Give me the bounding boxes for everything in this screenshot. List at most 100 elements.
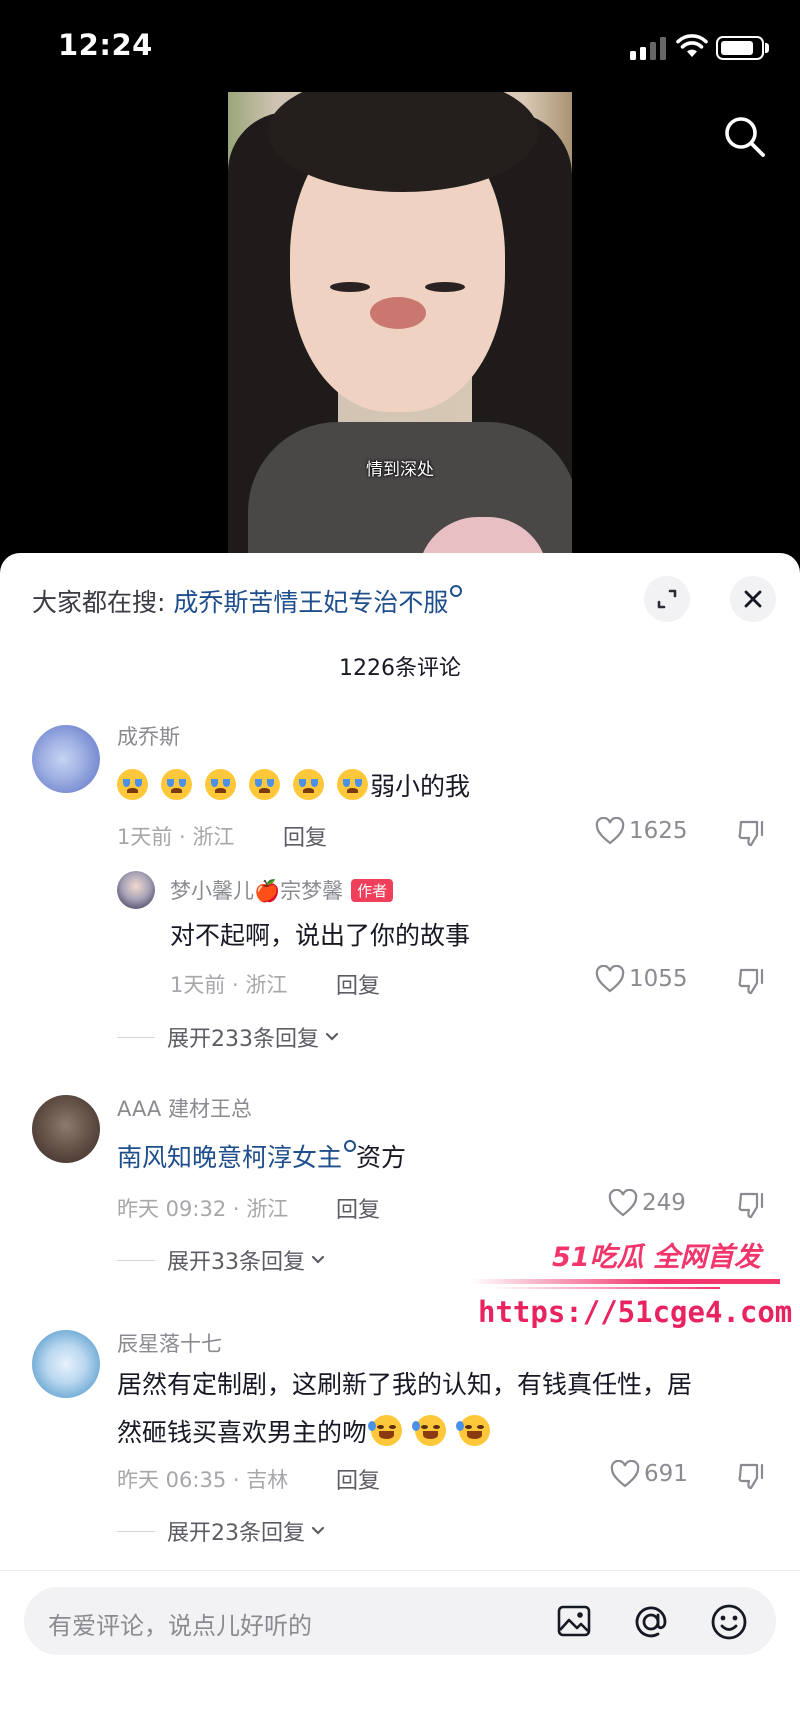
like-button[interactable]: 1055 — [595, 965, 688, 993]
comment-text-suffix: 资方 — [356, 1143, 407, 1172]
video-lips — [370, 297, 426, 329]
heart-icon — [595, 817, 625, 845]
comment-username[interactable]: 辰星落十七 — [117, 1328, 222, 1358]
dislike-icon[interactable] — [737, 966, 767, 996]
watermark-bar — [470, 1279, 780, 1284]
reply-button[interactable]: 回复 — [336, 968, 380, 1000]
like-count: 1055 — [629, 966, 688, 992]
reply-button[interactable]: 回复 — [336, 1463, 380, 1495]
like-button[interactable]: 249 — [608, 1189, 686, 1217]
reply-meta: 1天前 · 浙江 — [170, 973, 288, 997]
battery-icon — [716, 36, 764, 60]
crying-face-icon — [293, 769, 324, 800]
battery-fill — [720, 40, 753, 55]
chevron-down-icon — [311, 1526, 325, 1535]
expand-replies-button[interactable]: 展开33条回复 — [117, 1244, 325, 1276]
avatar[interactable] — [32, 725, 100, 793]
heart-icon — [610, 1460, 640, 1488]
avatar[interactable] — [32, 1330, 100, 1398]
at-icon[interactable] — [632, 1603, 670, 1641]
comment-text-body: 弱小的我 — [370, 772, 471, 801]
comment-text: 弱小的我 — [117, 763, 470, 811]
video-eye-left — [330, 282, 370, 292]
status-bar: 12:24 — [0, 0, 800, 92]
divider — [117, 1259, 155, 1261]
avatar[interactable] — [32, 1095, 100, 1163]
dislike-icon[interactable] — [737, 1461, 767, 1491]
expand-replies-button[interactable]: 展开233条回复 — [117, 1021, 339, 1053]
search-query-icon — [344, 1140, 357, 1152]
expand-button[interactable] — [644, 576, 690, 622]
comment-input-placeholder: 有爱评论，说点儿好听的 — [48, 1612, 312, 1640]
crying-face-icon — [117, 769, 148, 800]
chevron-down-icon — [311, 1255, 325, 1264]
emoji-icon[interactable] — [710, 1603, 748, 1641]
comment-sheet: 大家都在搜: 成乔斯苦情王妃专治不服 1226条评论 成乔斯 弱小的我 1天前 … — [0, 553, 800, 1731]
expand-replies-button[interactable]: 展开23条回复 — [117, 1515, 325, 1547]
video-eye-right — [425, 282, 465, 292]
crying-face-icon — [205, 769, 236, 800]
expand-replies-label: 展开23条回复 — [167, 1521, 305, 1546]
expand-icon — [657, 589, 677, 609]
reply-button[interactable]: 回复 — [283, 820, 327, 852]
watermark-bar — [490, 1287, 720, 1289]
search-query-icon — [450, 585, 463, 597]
like-count: 249 — [642, 1190, 686, 1216]
reply-avatar[interactable] — [117, 871, 155, 909]
comment-username[interactable]: 成乔斯 — [117, 721, 180, 751]
dislike-icon[interactable] — [737, 818, 767, 848]
signal-icon — [630, 36, 668, 60]
hot-search-link[interactable]: 成乔斯苦情王妃专治不服 — [173, 588, 448, 617]
close-icon — [744, 590, 762, 608]
divider — [117, 1530, 155, 1532]
close-button[interactable] — [730, 576, 776, 622]
like-button[interactable]: 1625 — [595, 817, 688, 845]
expand-replies-label: 展开33条回复 — [167, 1250, 305, 1275]
watermark: 51吃瓜 全网首发 https://51cge4.com — [470, 1235, 793, 1345]
search-icon[interactable] — [722, 114, 768, 160]
chevron-down-icon — [325, 1032, 339, 1041]
comment-text-line2: 然砸钱买喜欢男主的吻 — [117, 1409, 503, 1457]
comment-text-line1: 居然有定制剧，这刷新了我的认知，有钱真任性，居 — [117, 1370, 693, 1399]
comment-meta: 昨天 06:35 · 吉林 — [117, 1468, 289, 1492]
like-button[interactable]: 691 — [610, 1460, 688, 1488]
watermark-url: https://51cge4.com — [478, 1295, 793, 1329]
video-frame[interactable]: 情到深处 — [228, 92, 572, 562]
hot-search-prefix: 大家都在搜: — [32, 588, 166, 617]
crying-face-icon — [249, 769, 280, 800]
hot-search[interactable]: 大家都在搜: 成乔斯苦情王妃专治不服 — [32, 583, 463, 619]
comment-meta: 昨天 09:32 · 浙江 — [117, 1197, 289, 1221]
like-count: 1625 — [629, 818, 688, 844]
comment-meta: 1天前 · 浙江 — [117, 825, 235, 849]
divider — [117, 1036, 155, 1038]
divider — [0, 1570, 800, 1571]
watermark-title: 51吃瓜 全网首发 — [552, 1242, 761, 1273]
expand-replies-label: 展开233条回复 — [167, 1027, 319, 1052]
comment-text: 南风知晚意柯淳女主 资方 — [117, 1134, 406, 1182]
image-icon[interactable] — [556, 1603, 592, 1639]
author-badge: 作者 — [351, 879, 394, 902]
reply-username[interactable]: 梦小馨儿🍎宗梦馨 作者 — [170, 875, 394, 905]
laughing-crying-face-icon — [456, 1415, 491, 1446]
heart-icon — [608, 1189, 638, 1217]
comment-search-link[interactable]: 南风知晚意柯淳女主 — [117, 1143, 342, 1172]
comment-input[interactable]: 有爱评论，说点儿好听的 — [24, 1587, 776, 1655]
status-time: 12:24 — [58, 28, 153, 62]
like-count: 691 — [644, 1461, 688, 1487]
laughing-crying-face-icon — [368, 1415, 403, 1446]
heart-icon — [595, 965, 625, 993]
comment-count: 1226条评论 — [339, 656, 461, 681]
comment-username[interactable]: AAA 建材王总 — [117, 1093, 252, 1123]
video-subtitle: 情到深处 — [366, 460, 434, 480]
reply-username-text: 梦小馨儿🍎宗梦馨 — [170, 879, 344, 903]
laughing-crying-face-icon — [412, 1415, 447, 1446]
crying-face-icon — [161, 769, 192, 800]
video-player[interactable]: 情到深处 — [0, 92, 800, 562]
reply-button[interactable]: 回复 — [336, 1192, 380, 1224]
reply-text: 对不起啊，说出了你的故事 — [170, 921, 471, 950]
wifi-icon — [676, 34, 708, 57]
dislike-icon[interactable] — [737, 1190, 767, 1220]
crying-face-icon — [337, 769, 368, 800]
comment-text-body: 然砸钱买喜欢男主的吻 — [117, 1418, 368, 1447]
battery-cap — [765, 43, 769, 53]
